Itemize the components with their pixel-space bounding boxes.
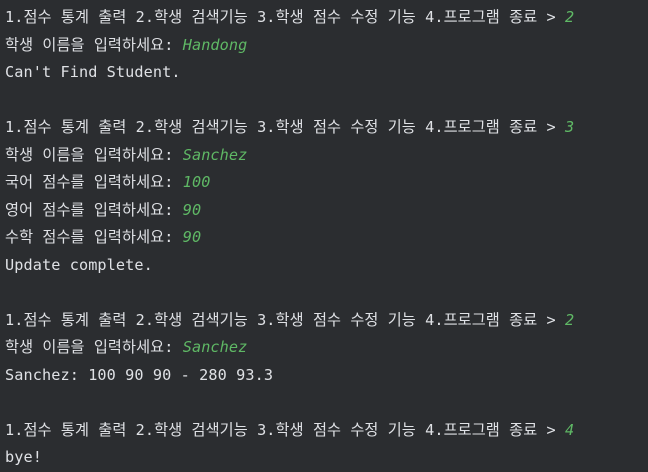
output-text: Sanchez: 100 90 90 - 280 93.3: [5, 365, 274, 384]
prompt-text: 영어 점수를 입력하세요:: [5, 200, 183, 219]
name-prompt-line: 학생 이름을 입력하세요: Sanchez: [5, 334, 648, 362]
menu-prompt-line: 1.점수 통계 출력 2.학생 검색기능 3.학생 점수 수정 기능 4.프로그…: [5, 307, 648, 335]
user-input: Handong: [182, 35, 248, 54]
user-input: 2: [565, 8, 575, 26]
user-input: 90: [182, 228, 202, 246]
menu-prompt-line: 1.점수 통계 출력 2.학생 검색기능 3.학생 점수 수정 기능 4.프로그…: [5, 4, 648, 32]
user-input: Sanchez: [182, 338, 248, 356]
output-line: Sanchez: 100 90 90 - 280 93.3: [5, 362, 648, 390]
output-line: Can't Find Student.: [5, 59, 648, 87]
user-input: 4: [565, 420, 575, 439]
output-text: bye!: [5, 448, 42, 466]
output-text: Can't Find Student.: [5, 63, 181, 81]
prompt-text: 1.점수 통계 출력 2.학생 검색기능 3.학생 점수 수정 기능 4.프로그…: [5, 420, 566, 439]
menu-prompt-line: 1.점수 통계 출력 2.학생 검색기능 3.학생 점수 수정 기능 4.프로그…: [5, 114, 648, 142]
prompt-text: 수학 점수를 입력하세요:: [5, 228, 183, 246]
console-output[interactable]: 1.점수 통계 출력 2.학생 검색기능 3.학생 점수 수정 기능 4.프로그…: [0, 0, 648, 467]
user-input: 2: [565, 310, 575, 329]
output-line: bye!: [5, 444, 648, 472]
user-input: 90: [182, 200, 202, 219]
user-input: Sanchez: [182, 145, 248, 164]
english-score-prompt-line: 영어 점수를 입력하세요: 90: [5, 197, 648, 225]
prompt-text: 1.점수 통계 출력 2.학생 검색기능 3.학생 점수 수정 기능 4.프로그…: [5, 118, 566, 136]
menu-prompt-line: 1.점수 통계 출력 2.학생 검색기능 3.학생 점수 수정 기능 4.프로그…: [5, 417, 648, 445]
output-text: Update complete.: [5, 255, 153, 274]
output-line: Update complete.: [5, 252, 648, 280]
user-input: 3: [565, 118, 575, 136]
user-input: 100: [182, 173, 211, 191]
prompt-text: 학생 이름을 입력하세요:: [5, 145, 183, 164]
prompt-text: 학생 이름을 입력하세요:: [5, 35, 183, 54]
name-prompt-line: 학생 이름을 입력하세요: Handong: [5, 32, 648, 60]
prompt-text: 1.점수 통계 출력 2.학생 검색기능 3.학생 점수 수정 기능 4.프로그…: [5, 8, 566, 26]
prompt-text: 학생 이름을 입력하세요:: [5, 338, 183, 356]
math-score-prompt-line: 수학 점수를 입력하세요: 90: [5, 224, 648, 252]
korean-score-prompt-line: 국어 점수를 입력하세요: 100: [5, 169, 648, 197]
prompt-text: 국어 점수를 입력하세요:: [5, 173, 183, 191]
name-prompt-line: 학생 이름을 입력하세요: Sanchez: [5, 142, 648, 170]
prompt-text: 1.점수 통계 출력 2.학생 검색기능 3.학생 점수 수정 기능 4.프로그…: [5, 310, 566, 329]
